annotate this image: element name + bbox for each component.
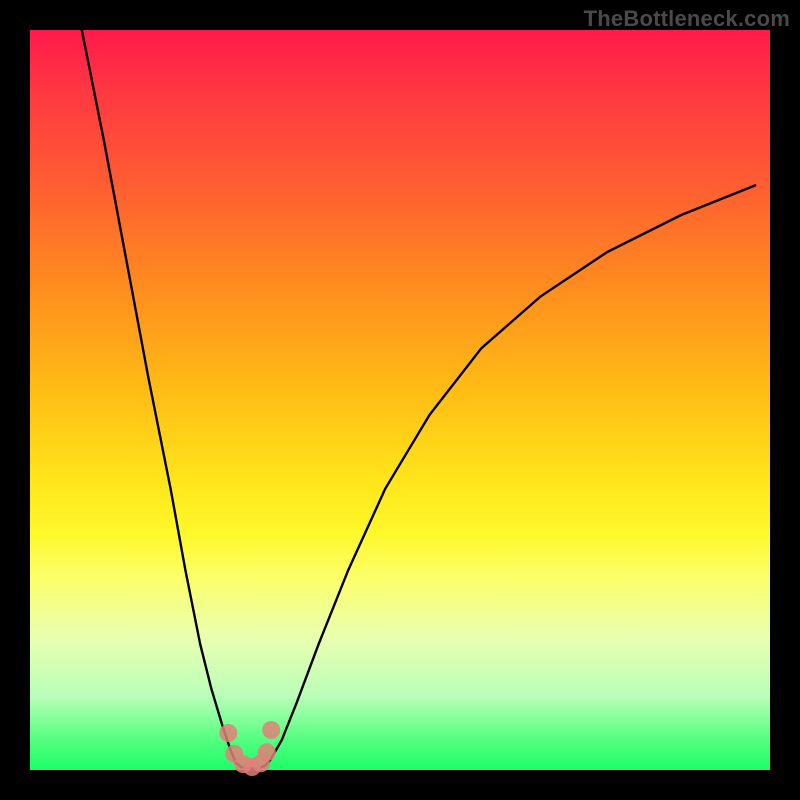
chart-frame: TheBottleneck.com bbox=[0, 0, 800, 800]
curve-layer bbox=[30, 30, 770, 770]
plot-area bbox=[30, 30, 770, 770]
bottleneck-curve bbox=[82, 30, 755, 769]
watermark-label: TheBottleneck.com bbox=[584, 6, 790, 32]
valley-marker bbox=[219, 724, 237, 742]
valley-marker bbox=[262, 721, 280, 739]
valley-markers bbox=[219, 721, 280, 776]
valley-marker bbox=[258, 743, 276, 761]
